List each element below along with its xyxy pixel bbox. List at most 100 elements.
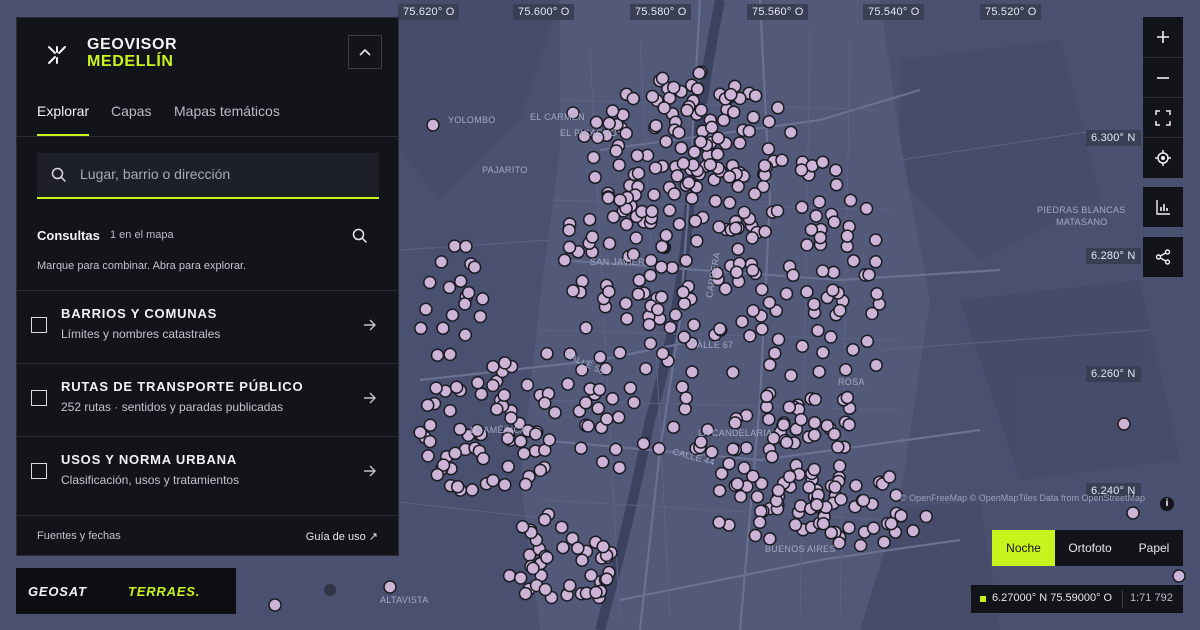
stop-marker[interactable]: [687, 318, 701, 332]
stop-marker[interactable]: [694, 135, 708, 149]
stop-marker[interactable]: [760, 389, 774, 404]
stop-marker[interactable]: [665, 260, 680, 275]
stop-marker[interactable]: [430, 468, 445, 482]
stop-marker[interactable]: [882, 470, 897, 484]
stop-marker[interactable]: [782, 469, 797, 484]
stop-marker[interactable]: [642, 317, 656, 332]
stop-marker[interactable]: [562, 223, 576, 237]
stop-marker[interactable]: [869, 358, 883, 372]
stop-marker[interactable]: [443, 403, 457, 418]
stop-marker[interactable]: [601, 191, 616, 205]
stop-marker[interactable]: [705, 120, 719, 135]
stop-marker[interactable]: [811, 323, 825, 338]
stop-marker[interactable]: [815, 264, 830, 278]
stop-marker[interactable]: [515, 520, 530, 534]
stop-marker[interactable]: [870, 287, 884, 301]
stop-marker[interactable]: [730, 477, 745, 491]
stop-marker[interactable]: [745, 263, 760, 278]
stop-marker[interactable]: [733, 136, 747, 150]
stop-marker[interactable]: [613, 346, 627, 360]
stop-marker[interactable]: [602, 284, 616, 299]
stop-marker[interactable]: [708, 194, 723, 208]
stop-marker[interactable]: [685, 365, 699, 379]
stop-marker[interactable]: [605, 391, 620, 406]
stop-marker[interactable]: [779, 435, 794, 450]
stop-marker[interactable]: [589, 585, 603, 600]
stop-marker[interactable]: [754, 504, 768, 519]
stop-marker[interactable]: [465, 483, 479, 497]
stop-marker[interactable]: [771, 101, 785, 115]
stop-marker[interactable]: [729, 265, 744, 279]
stop-marker[interactable]: [842, 417, 856, 432]
stop-marker[interactable]: [639, 361, 653, 376]
stop-marker[interactable]: [538, 396, 552, 410]
stop-marker[interactable]: [651, 302, 665, 317]
stop-marker[interactable]: [574, 441, 588, 455]
stop-marker[interactable]: [1126, 506, 1140, 520]
stop-marker[interactable]: [602, 236, 617, 251]
stop-marker[interactable]: [443, 347, 457, 362]
stop-marker[interactable]: [654, 260, 669, 274]
stop-marker[interactable]: [383, 580, 397, 594]
stop-marker[interactable]: [475, 292, 490, 306]
stop-marker[interactable]: [731, 242, 745, 256]
stop-marker[interactable]: [782, 400, 797, 414]
stop-marker[interactable]: [648, 161, 663, 175]
stop-marker[interactable]: [762, 114, 776, 129]
stop-marker[interactable]: [657, 101, 671, 115]
stop-marker[interactable]: [420, 398, 435, 412]
stop-marker[interactable]: [829, 177, 844, 192]
stop-marker[interactable]: [490, 402, 504, 416]
stop-marker[interactable]: [748, 88, 763, 103]
stop-marker[interactable]: [599, 572, 614, 586]
arrow-right-icon[interactable]: [363, 319, 377, 331]
stop-marker[interactable]: [807, 428, 822, 442]
stop-marker[interactable]: [827, 215, 842, 229]
stop-marker[interactable]: [575, 553, 589, 567]
stop-marker[interactable]: [501, 459, 515, 474]
stop-marker[interactable]: [518, 477, 533, 492]
stop-marker[interactable]: [690, 82, 705, 96]
stop-marker[interactable]: [620, 312, 634, 326]
stop-marker[interactable]: [679, 391, 693, 405]
stop-marker[interactable]: [540, 550, 554, 565]
stop-marker[interactable]: [447, 239, 462, 253]
stop-marker[interactable]: [448, 446, 462, 461]
stop-marker[interactable]: [518, 586, 533, 601]
stop-marker[interactable]: [596, 539, 610, 554]
stop-marker[interactable]: [486, 473, 500, 488]
stop-marker[interactable]: [750, 490, 765, 504]
stop-marker[interactable]: [619, 296, 633, 311]
stop-marker[interactable]: [563, 578, 577, 593]
stop-marker[interactable]: [586, 150, 601, 165]
stop-marker[interactable]: [784, 125, 798, 140]
stop-marker[interactable]: [906, 524, 920, 538]
stop-marker[interactable]: [631, 287, 646, 301]
stop-marker[interactable]: [758, 224, 772, 239]
stop-marker[interactable]: [763, 358, 777, 372]
stop-marker[interactable]: [810, 498, 824, 512]
search-input[interactable]: Lugar, barrio o dirección: [37, 153, 379, 199]
stop-marker[interactable]: [712, 483, 727, 498]
stop-marker[interactable]: [554, 520, 569, 534]
stop-marker[interactable]: [423, 275, 437, 290]
stop-marker[interactable]: [812, 195, 827, 209]
stop-marker[interactable]: [745, 231, 759, 245]
arrow-right-icon[interactable]: [363, 392, 377, 404]
stop-marker[interactable]: [520, 378, 535, 392]
stop-marker[interactable]: [476, 451, 491, 466]
stop-marker[interactable]: [752, 515, 767, 530]
stop-marker[interactable]: [703, 158, 718, 172]
stop-marker[interactable]: [458, 328, 473, 342]
stop-marker[interactable]: [654, 290, 669, 304]
stop-marker[interactable]: [473, 309, 488, 324]
stop-marker[interactable]: [557, 253, 572, 267]
stop-marker[interactable]: [414, 321, 428, 336]
stop-marker[interactable]: [728, 221, 743, 236]
stop-marker[interactable]: [757, 158, 772, 173]
stop-marker[interactable]: [795, 339, 810, 353]
guide-link[interactable]: Guía de uso ↗: [306, 530, 378, 543]
stop-marker[interactable]: [877, 535, 891, 549]
stop-marker[interactable]: [623, 381, 638, 395]
stop-marker[interactable]: [812, 364, 826, 379]
